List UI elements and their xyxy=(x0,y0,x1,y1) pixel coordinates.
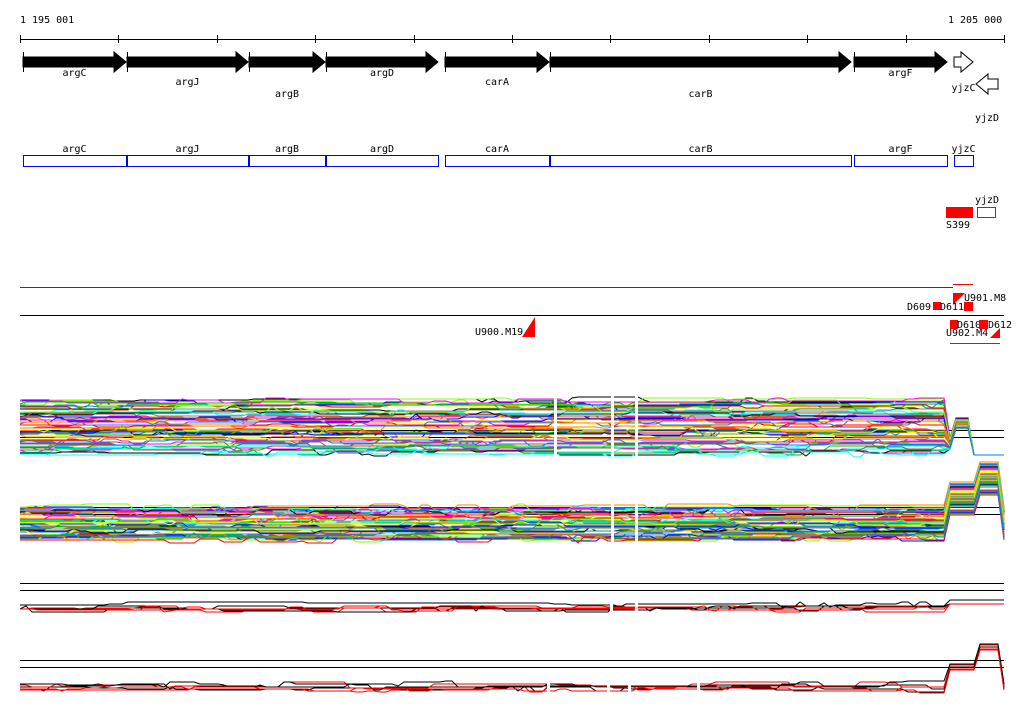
expression-panel-3 xyxy=(19,583,1004,625)
gap xyxy=(611,495,614,550)
expression-trace xyxy=(20,461,1005,511)
gene-box-argF[interactable] xyxy=(854,155,948,167)
gap xyxy=(635,593,638,625)
gene-arrow-argJ[interactable] xyxy=(126,50,249,74)
gene-label-argF: argF xyxy=(888,68,912,79)
gene-label-yjzC: yjzC xyxy=(951,83,975,94)
gap xyxy=(611,390,614,465)
gap xyxy=(607,672,610,700)
gene-box-carA[interactable] xyxy=(445,155,550,167)
gene-label-argJ: argJ xyxy=(175,77,199,88)
gene-box-label-argB: argB xyxy=(275,144,299,155)
gene-label-argD: argD xyxy=(370,68,394,79)
gene-label-argC: argC xyxy=(62,68,86,79)
expression-trace xyxy=(20,465,1005,515)
gap xyxy=(547,672,550,700)
yjzD-feature-box[interactable] xyxy=(977,207,996,218)
gap xyxy=(635,390,638,465)
gap xyxy=(628,672,631,700)
gene-arrow-track[interactable]: argC argJ argB argD carA carB argF yjzC yjzD xyxy=(22,50,999,124)
expression-panel-1 xyxy=(19,390,1004,465)
genome-browser: 1 195 001 1 205 000 argC argJ argB argD carA… xyxy=(0,0,1024,714)
u900-marker-icon[interactable] xyxy=(522,317,535,337)
gene-box-label-argJ: argJ xyxy=(175,144,199,155)
gene-box-label-yjzC: yjzC xyxy=(951,144,975,155)
expression-trace xyxy=(20,643,1005,688)
expression-tracks xyxy=(19,390,1005,700)
d611-marker[interactable] xyxy=(964,302,973,311)
gene-box-argD[interactable] xyxy=(326,155,439,167)
gene-label-yjzD: yjzD xyxy=(975,113,999,124)
s399-feature[interactable] xyxy=(946,207,973,218)
gene-arrow-carB[interactable] xyxy=(549,50,852,74)
u900-label: U900.M19 xyxy=(475,327,523,338)
gap xyxy=(635,495,638,550)
expression-trace xyxy=(20,465,1005,515)
feature-track: S399 xyxy=(946,207,996,231)
gene-box-label-carB: carB xyxy=(688,144,712,155)
expression-trace xyxy=(20,461,1005,511)
ruler-start-label: 1 195 001 xyxy=(20,15,74,26)
expression-trace xyxy=(20,644,1005,689)
gene-box-label-carA: carA xyxy=(485,144,509,155)
gene-box-track[interactable]: argC argJ argB argD carA carB argF yjzC yjzD xyxy=(23,144,1000,206)
gene-label-carB: carB xyxy=(688,89,712,100)
genome-view: 1 195 001 1 205 000 argC argJ argB argD carA… xyxy=(19,15,1012,700)
gap xyxy=(554,390,557,465)
gene-arrow-carA[interactable] xyxy=(444,50,550,74)
d611-label: D611 xyxy=(940,302,964,313)
gene-box-argB[interactable] xyxy=(249,155,326,167)
gene-box-label-argD: argD xyxy=(370,144,394,155)
gap xyxy=(697,672,700,700)
gene-box-label-argF: argF xyxy=(888,144,912,155)
u902-label: U902.M4 xyxy=(946,328,988,339)
gene-arrow-yjzC[interactable] xyxy=(953,50,974,74)
d612-label: D612 xyxy=(988,320,1012,331)
d609-label: D609 xyxy=(907,302,931,313)
gene-arrow-argB[interactable] xyxy=(248,50,326,74)
gene-label-argB: argB xyxy=(275,89,299,100)
gene-arrow-yjzD[interactable] xyxy=(975,72,999,96)
ruler-end-label: 1 205 000 xyxy=(948,15,1002,26)
coordinate-ruler xyxy=(20,35,1005,43)
gene-label-carA: carA xyxy=(485,77,509,88)
gene-box-argC[interactable] xyxy=(23,155,127,167)
s399-label: S399 xyxy=(946,220,970,231)
gene-box-carB[interactable] xyxy=(550,155,852,167)
gene-box-label-argC: argC xyxy=(62,144,86,155)
gene-box-yjzC[interactable] xyxy=(954,155,974,167)
gene-box-argJ[interactable] xyxy=(127,155,249,167)
transcription-shift-track: U900.M19 U901.M8 D609 D611 D610 D612 U90… xyxy=(20,284,1012,344)
gap xyxy=(610,593,613,625)
gene-box-label-yjzD: yjzD xyxy=(975,195,999,206)
expression-panel-2 xyxy=(19,461,1005,550)
expression-trace xyxy=(19,465,1005,515)
expression-panel-4 xyxy=(20,643,1005,700)
